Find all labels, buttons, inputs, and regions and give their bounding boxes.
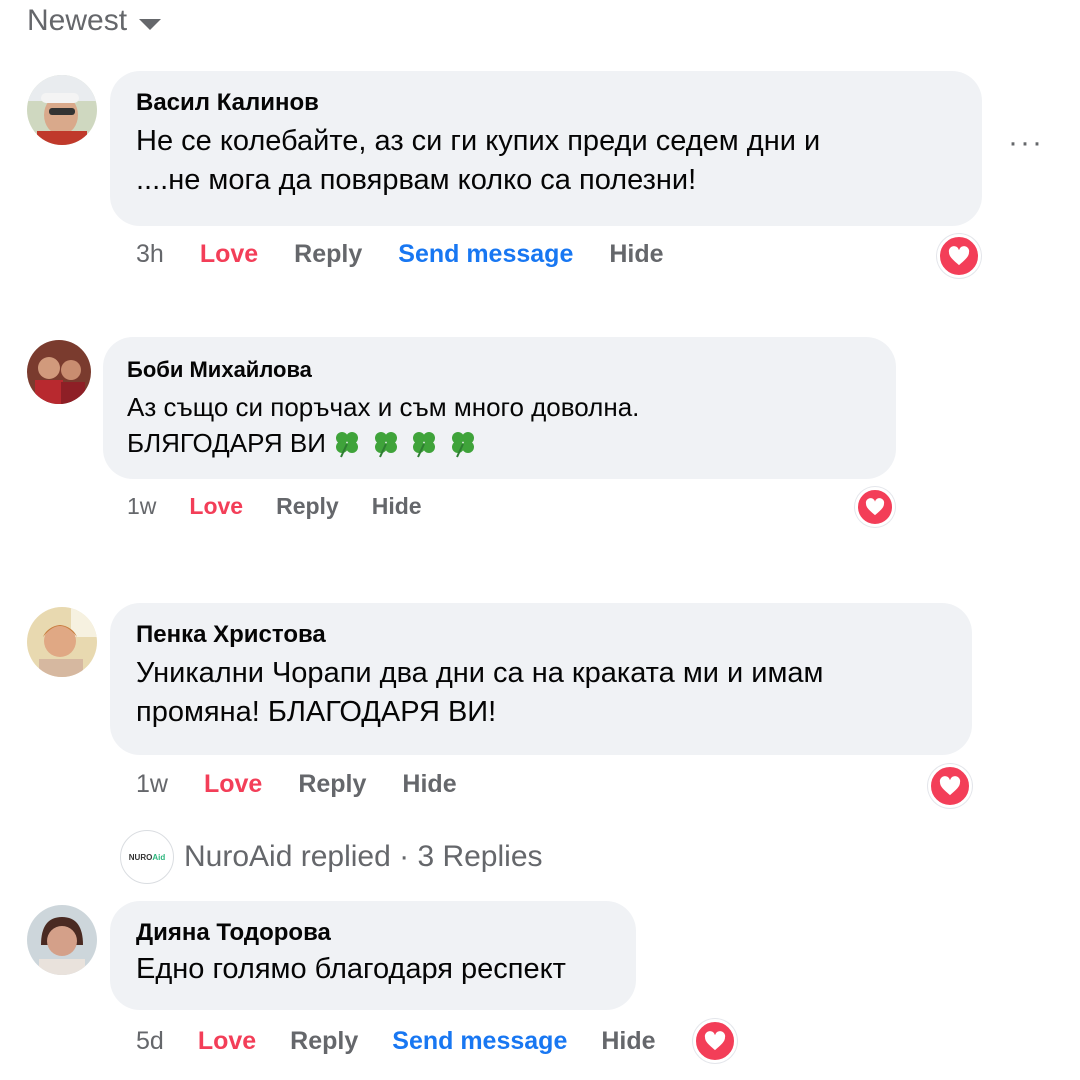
reply-button[interactable]: Reply [298,770,366,799]
comment-timestamp[interactable]: 3h [136,240,164,269]
view-replies-link[interactable]: NURO Aid NuroAid replied · 3 Replies [120,830,543,884]
hide-button[interactable]: Hide [402,770,456,799]
comment-text-line: ....не мога да повярвам колко са полезни… [136,164,697,196]
more-options-icon[interactable]: ··· [1008,126,1044,160]
comment-author[interactable]: Васил Калинов [136,89,956,117]
four-leaf-clover-icon [330,432,368,458]
avatar[interactable] [27,607,97,677]
hide-button[interactable]: Hide [609,240,663,269]
comment-timestamp[interactable]: 5d [136,1027,164,1056]
hide-button[interactable]: Hide [372,493,422,520]
love-button[interactable]: Love [200,240,258,269]
love-button[interactable]: Love [189,493,243,520]
caret-down-icon [139,18,162,30]
comment-text-line: Не се колебайте, аз си ги купих преди се… [136,125,821,157]
four-leaf-clover-icon [369,432,407,458]
send-message-button[interactable]: Send message [392,1027,567,1056]
love-button[interactable]: Love [204,770,262,799]
comment-actions: 3h Love Reply Send message Hide [136,240,664,269]
four-leaf-clover-icon [407,432,445,458]
heart-reaction-icon[interactable] [937,234,981,278]
comment-author[interactable]: Дияна Тодорова [136,919,610,947]
heart-reaction-icon[interactable] [855,487,895,527]
comment-bubble: Боби Михайлова Аз също си поръчах и съм … [103,337,896,479]
comment-bubble: Васил Калинов Не се колебайте, аз си ги … [110,71,982,226]
comment-actions: 5d Love Reply Send message Hide [136,1027,656,1056]
comment-timestamp[interactable]: 1w [136,770,168,799]
comment-bubble: Дияна Тодорова Едно голямо благодаря рес… [110,901,636,1010]
reply-button[interactable]: Reply [294,240,362,269]
sort-dropdown[interactable]: Newest [27,4,162,38]
comment-text-line: Аз също си поръчах и съм много доволна. [127,392,640,422]
send-message-button[interactable]: Send message [398,240,573,269]
comment-text-line: Уникални Чорапи два дни са на краката ми… [136,657,824,689]
avatar[interactable] [27,75,97,145]
comment-actions: 1w Love Reply Hide [127,493,422,520]
love-button[interactable]: Love [198,1027,256,1056]
reply-button[interactable]: Reply [276,493,339,520]
nuroaid-avatar: NURO Aid [120,830,174,884]
reply-button[interactable]: Reply [290,1027,358,1056]
logo-text: NURO [128,852,153,862]
comment-timestamp[interactable]: 1w [127,493,156,520]
avatar[interactable] [27,905,97,975]
avatar[interactable] [27,340,91,404]
comment-text-line: БЛЯГОДАРЯ ВИ [127,428,326,458]
replies-summary-text: NuroAid replied · 3 Replies [184,840,543,873]
comment-text-line: Едно голямо благодаря респект [136,953,566,985]
four-leaf-clover-icon [446,432,480,458]
heart-reaction-icon[interactable] [928,764,972,808]
hide-button[interactable]: Hide [601,1027,655,1056]
heart-reaction-icon[interactable] [693,1019,737,1063]
comment-bubble: Пенка Христова Уникални Чорапи два дни с… [110,603,972,755]
comment-author[interactable]: Пенка Христова [136,621,946,649]
logo-text: Aid [152,852,166,862]
comment-actions: 1w Love Reply Hide [136,770,457,799]
comment-author[interactable]: Боби Михайлова [127,357,872,383]
comment-text-line: промяна! БЛАГОДАРЯ ВИ! [136,696,497,728]
sort-label: Newest [27,4,128,37]
